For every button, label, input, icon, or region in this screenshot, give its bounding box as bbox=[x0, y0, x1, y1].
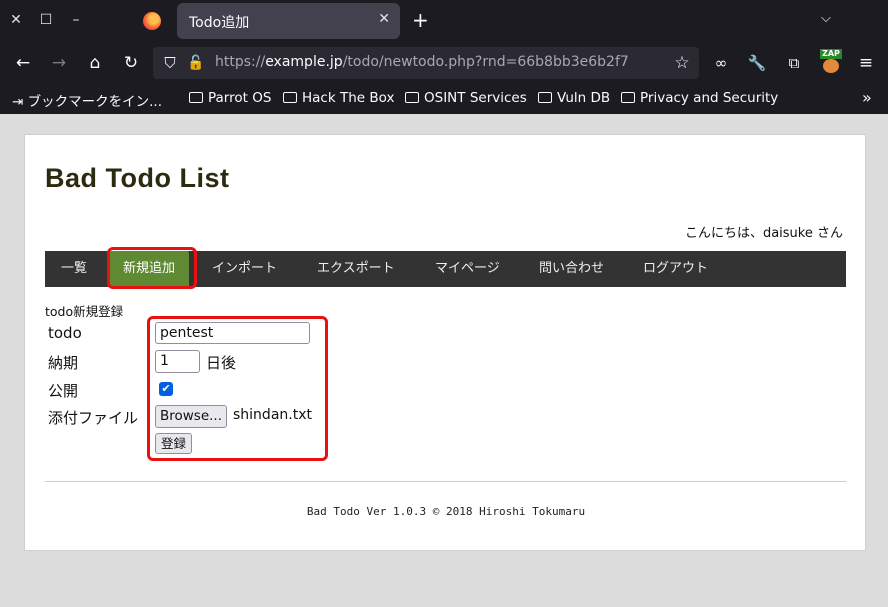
shield-icon[interactable]: ⛉ bbox=[159, 52, 181, 74]
bookmark-label: Privacy and Security bbox=[640, 90, 779, 106]
bookmark-star-icon[interactable]: ☆ bbox=[671, 52, 693, 74]
list-all-tabs-icon[interactable]: ⌵ bbox=[821, 11, 831, 26]
highlight-box-form bbox=[147, 316, 328, 461]
menu-item-import[interactable]: インポート bbox=[212, 251, 277, 287]
bookmark-parrot-os[interactable]: Parrot OS bbox=[189, 90, 271, 106]
url-path: /todo/newtodo.php?rnd=66b8bb3e6b2f7 bbox=[342, 54, 629, 70]
tab-todo[interactable]: Todo追加 ✕ bbox=[177, 3, 400, 39]
highlight-box-nav bbox=[107, 247, 197, 289]
new-tab-icon[interactable]: + bbox=[412, 9, 429, 31]
url-text: https://example.jp/todo/newtodo.php?rnd=… bbox=[215, 54, 629, 70]
label-public: 公開 bbox=[48, 382, 79, 400]
tab-title: Todo追加 bbox=[189, 15, 250, 31]
home-icon[interactable]: ⌂ bbox=[84, 52, 106, 74]
label-todo: todo bbox=[48, 324, 82, 342]
folder-icon bbox=[405, 92, 419, 103]
zap-face-icon bbox=[823, 59, 839, 73]
content-card: Bad Todo List こんにちは、daisuke さん 一覧 新規追加 イ… bbox=[24, 134, 866, 551]
menu-item-logout[interactable]: ログアウト bbox=[643, 251, 708, 287]
form-heading: todo新規登録 bbox=[45, 304, 124, 319]
folder-icon bbox=[621, 92, 635, 103]
menu-item-export[interactable]: エクスポート bbox=[317, 251, 395, 287]
label-attachment: 添付ファイル bbox=[48, 409, 139, 427]
url-host: example.jp bbox=[265, 54, 343, 70]
footer-text: Bad Todo Ver 1.0.3 © 2018 Hiroshi Tokuma… bbox=[306, 505, 586, 518]
back-icon[interactable]: ← bbox=[12, 52, 34, 74]
greeting: こんにちは、daisuke さん bbox=[684, 226, 843, 241]
maximize-window-icon[interactable]: ☐ bbox=[36, 10, 56, 30]
folder-icon bbox=[283, 92, 297, 103]
bookmark-label: OSINT Services bbox=[424, 90, 527, 106]
folder-icon bbox=[538, 92, 552, 103]
close-window-icon[interactable]: ✕ bbox=[6, 10, 26, 30]
insecure-lock-icon[interactable]: 🔓 bbox=[185, 52, 207, 74]
bookmark-label: Hack The Box bbox=[302, 90, 395, 106]
zap-extension-icon[interactable]: ZAP bbox=[820, 49, 842, 75]
browser-chrome: ✕ ☐ – Todo追加 ✕ + ⌵ ← → ⌂ ↻ ⛉ 🔓 https://e… bbox=[0, 0, 888, 114]
folder-icon bbox=[189, 92, 203, 103]
hamburger-menu-icon[interactable]: ≡ bbox=[855, 52, 877, 74]
bookmark-privacy-security[interactable]: Privacy and Security bbox=[621, 90, 778, 106]
bookmark-label: Parrot OS bbox=[208, 90, 272, 106]
extensions-icon[interactable]: ⧉ bbox=[783, 52, 805, 74]
page-viewport: Bad Todo List こんにちは、daisuke さん 一覧 新規追加 イ… bbox=[0, 114, 888, 607]
tab-bar: ✕ ☐ – Todo追加 ✕ + ⌵ bbox=[0, 0, 888, 42]
reload-icon[interactable]: ↻ bbox=[120, 52, 142, 74]
wrench-icon[interactable]: 🔧 bbox=[746, 52, 768, 74]
firefox-logo-icon bbox=[143, 12, 161, 30]
nav-toolbar: ← → ⌂ ↻ ⛉ 🔓 https://example.jp/todo/newt… bbox=[0, 42, 888, 84]
tab-close-icon[interactable]: ✕ bbox=[378, 11, 390, 27]
footer-divider bbox=[45, 481, 846, 482]
url-bar[interactable]: ⛉ 🔓 https://example.jp/todo/newtodo.php?… bbox=[153, 47, 699, 79]
minimize-window-icon[interactable]: – bbox=[66, 10, 86, 30]
import-icon: ⇥ bbox=[12, 94, 28, 110]
bookmarks-overflow-icon[interactable]: » bbox=[862, 88, 872, 107]
menu-item-contact[interactable]: 問い合わせ bbox=[539, 251, 604, 287]
url-prefix: https:// bbox=[215, 54, 266, 70]
menu-item-mypage[interactable]: マイページ bbox=[435, 251, 500, 287]
private-mask-icon[interactable]: ∞ bbox=[710, 52, 732, 74]
bookmark-label: ブックマークをイン... bbox=[27, 94, 162, 110]
bookmark-hack-the-box[interactable]: Hack The Box bbox=[283, 90, 394, 106]
forward-icon[interactable]: → bbox=[48, 52, 70, 74]
menu-item-list[interactable]: 一覧 bbox=[61, 251, 87, 287]
bookmark-label: Vuln DB bbox=[557, 90, 611, 106]
bookmark-osint-services[interactable]: OSINT Services bbox=[405, 90, 527, 106]
site-title: Bad Todo List bbox=[45, 163, 230, 193]
bookmark-import[interactable]: ⇥ ブックマークをイン... bbox=[12, 90, 162, 110]
zap-label: ZAP bbox=[820, 49, 842, 59]
bookmarks-toolbar: ⇥ ブックマークをイン... Parrot OS Hack The Box OS… bbox=[0, 84, 888, 114]
bookmark-vuln-db[interactable]: Vuln DB bbox=[538, 90, 610, 106]
label-due: 納期 bbox=[48, 354, 79, 372]
